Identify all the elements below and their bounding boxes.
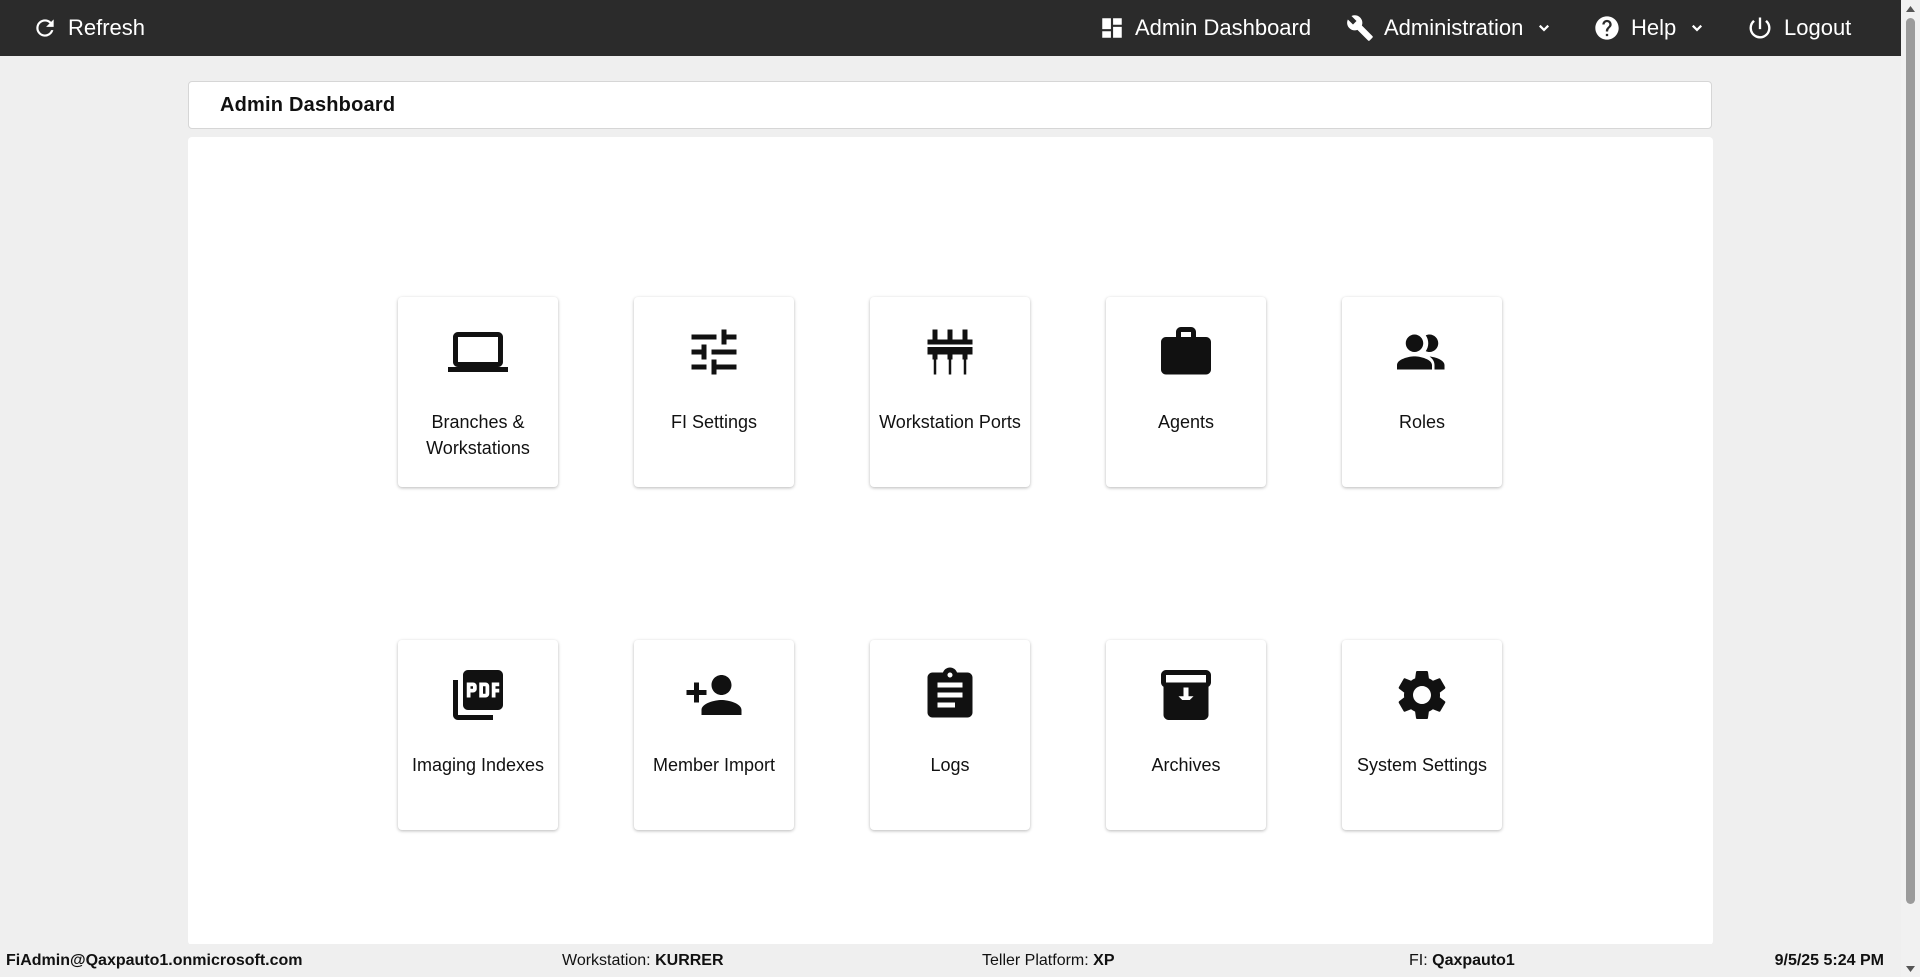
datetime-value: 9/5/25 5:24 PM [1774, 952, 1884, 969]
ports-icon [920, 322, 980, 382]
logout-label: Logout [1784, 15, 1852, 40]
workstation-value: KURRER [655, 952, 724, 969]
footer-teller-platform: Teller Platform: XP [982, 944, 1115, 977]
briefcase-icon [1156, 322, 1216, 382]
help-label: Help [1631, 15, 1677, 40]
tile-branches-workstations[interactable]: Branches & Workstations [398, 297, 558, 487]
tile-label: Archives [1151, 755, 1221, 775]
status-bar: FiAdmin@Qaxpauto1.onmicrosoft.com Workst… [0, 944, 1901, 977]
tile-archives[interactable]: Archives [1106, 640, 1266, 830]
gear-icon [1392, 665, 1452, 725]
tile-fi-settings[interactable]: FI Settings [634, 297, 794, 487]
dashboard-panel: Branches & Workstations FI Settings Work… [188, 137, 1713, 945]
vertical-scrollbar[interactable] [1901, 0, 1920, 977]
refresh-button[interactable]: Refresh [32, 0, 145, 56]
tile-label: Branches & Workstations [426, 412, 530, 458]
admin-dashboard-link[interactable]: Admin Dashboard [1099, 0, 1311, 56]
footer-user: FiAdmin@Qaxpauto1.onmicrosoft.com [6, 944, 303, 977]
chevron-down-icon [1535, 19, 1553, 37]
help-circle-icon [1593, 14, 1621, 42]
laptop-icon [448, 322, 508, 382]
tile-label: Roles [1398, 412, 1446, 432]
logout-button[interactable]: Logout [1746, 0, 1851, 56]
tile-label: Imaging Indexes [411, 755, 545, 775]
chevron-down-icon [1688, 19, 1706, 37]
tile-label: System Settings [1356, 755, 1488, 775]
help-menu[interactable]: Help [1593, 0, 1706, 56]
wrench-icon [1346, 14, 1374, 42]
power-icon [1746, 14, 1774, 42]
administration-label: Administration [1384, 15, 1524, 40]
workstation-label: Workstation: [562, 952, 651, 969]
pdf-icon [448, 665, 508, 725]
tile-label: Logs [930, 755, 970, 775]
page-title: Admin Dashboard [220, 94, 396, 116]
tile-workstation-ports[interactable]: Workstation Ports [870, 297, 1030, 487]
user-email: FiAdmin@Qaxpauto1.onmicrosoft.com [6, 952, 303, 969]
scroll-down-arrow-icon[interactable] [1901, 960, 1920, 977]
dashboard-icon [1099, 15, 1125, 41]
tile-label: Agents [1157, 412, 1215, 432]
teller-platform-label: Teller Platform: [982, 952, 1089, 969]
refresh-icon [32, 15, 58, 41]
fi-value: Qaxpauto1 [1432, 952, 1515, 969]
scrollbar-thumb[interactable] [1906, 18, 1915, 904]
teller-platform-value: XP [1093, 952, 1115, 969]
tile-roles[interactable]: Roles [1342, 297, 1502, 487]
archive-icon [1156, 665, 1216, 725]
tile-imaging-indexes[interactable]: Imaging Indexes [398, 640, 558, 830]
page-header-card: Admin Dashboard [188, 81, 1712, 129]
footer-fi: FI: Qaxpauto1 [1409, 944, 1515, 977]
tile-system-settings[interactable]: System Settings [1342, 640, 1502, 830]
clipboard-icon [920, 665, 980, 725]
tile-logs[interactable]: Logs [870, 640, 1030, 830]
sliders-icon [684, 322, 744, 382]
footer-datetime: 9/5/25 5:24 PM [1775, 944, 1884, 977]
footer-workstation: Workstation: KURRER [562, 944, 724, 977]
fi-label: FI: [1409, 952, 1428, 969]
tile-agents[interactable]: Agents [1106, 297, 1266, 487]
top-nav-bar: Refresh Admin Dashboard Administration H… [0, 0, 1901, 56]
people-icon [1392, 322, 1452, 382]
tile-label: Workstation Ports [879, 412, 1021, 432]
administration-menu[interactable]: Administration [1346, 0, 1553, 56]
admin-dashboard-label: Admin Dashboard [1135, 15, 1312, 40]
refresh-label: Refresh [68, 15, 146, 40]
scroll-up-arrow-icon[interactable] [1901, 0, 1920, 17]
tile-label: Member Import [652, 755, 776, 775]
add-person-icon [684, 665, 744, 725]
tile-label: FI Settings [670, 412, 758, 432]
tile-member-import[interactable]: Member Import [634, 640, 794, 830]
